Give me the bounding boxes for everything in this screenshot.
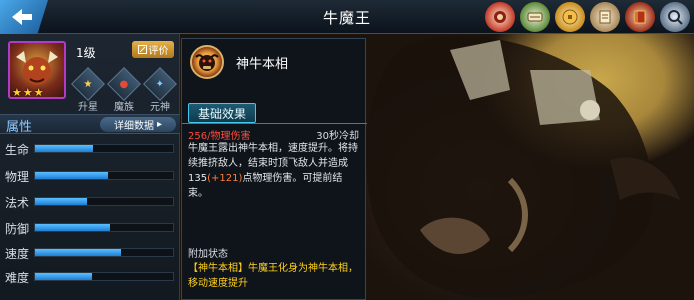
hero-level: 1级 <box>76 46 96 60</box>
monster-figure-icon <box>366 35 680 298</box>
spirit-button[interactable]: ✦ 元神 <box>143 67 177 113</box>
chevron-right-icon: ▸ <box>156 119 163 130</box>
seal-medal-icon[interactable] <box>485 2 515 32</box>
magnifier-icon[interactable] <box>660 2 690 32</box>
stat-row-physical: 物理 <box>0 165 180 187</box>
stat-bar <box>34 171 174 180</box>
skill-icon[interactable] <box>190 45 224 79</box>
demon-clan-icon: ● <box>107 67 141 101</box>
cooldown: 30秒冷却 <box>316 131 359 142</box>
stat-fill <box>35 224 110 231</box>
stat-label: 难度 <box>5 271 30 285</box>
stat-fill <box>35 145 93 152</box>
top-bar: 牛魔王 <box>0 0 694 34</box>
attributes-title: 属性 <box>6 120 33 135</box>
stat-bar <box>34 272 174 281</box>
stat-row-difficulty: 难度 <box>0 266 180 288</box>
edit-icon <box>137 45 147 54</box>
star-rating: ★ ★ ★ <box>12 86 44 99</box>
rate-button[interactable]: 评价 <box>132 41 174 58</box>
damage-type: 256/物理伤害 <box>188 131 251 142</box>
stat-bar <box>34 223 174 232</box>
stat-label: 生命 <box>5 143 30 157</box>
detail-data-button[interactable]: 详细数据 ▸ <box>100 117 176 132</box>
stat-fill <box>35 273 92 280</box>
extra-status-desc: 【神牛本相】牛魔王化身为神牛本相，移动速度提升 <box>188 263 358 289</box>
stat-bar <box>34 248 174 257</box>
stat-row-magic: 法术 <box>0 191 180 213</box>
stat-fill <box>35 249 121 256</box>
stat-bar <box>34 144 174 153</box>
top-icon-bar <box>485 2 690 32</box>
star-up-button[interactable]: ★ 升星 <box>71 67 105 113</box>
hero-info-panel: ★ ★ ★ 1级 评价 ★ 升星 ● 魔族 ✦ 元神 属性 详细数据 ▸ 生命 … <box>0 34 180 300</box>
tab-divider <box>182 123 367 124</box>
stat-fill <box>35 198 88 205</box>
desc-bonus: (+121) <box>207 173 243 184</box>
skill-detail-panel: 神牛本相 基础效果 256/物理伤害 30秒冷却 牛魔王露出神牛本相，速度提升。… <box>181 38 367 300</box>
stat-label: 物理 <box>5 170 30 184</box>
stat-fill <box>35 172 109 179</box>
star-icon: ★ <box>22 86 33 99</box>
attributes-header: 属性 详细数据 ▸ <box>0 114 180 135</box>
star-up-icon: ★ <box>71 67 105 101</box>
stat-label: 速度 <box>5 247 30 261</box>
tab-basic-effect[interactable]: 基础效果 <box>188 103 256 123</box>
stat-row-life: 生命 <box>0 138 180 160</box>
stat-row-defense: 防御 <box>0 217 180 239</box>
hero-action-buttons: ★ 升星 ● 魔族 ✦ 元神 <box>71 67 177 113</box>
bull-head-icon <box>195 54 219 71</box>
scroll-icon[interactable] <box>520 2 550 32</box>
extra-status-title: 附加状态 <box>188 249 228 260</box>
detail-data-label: 详细数据 <box>113 121 154 132</box>
star-icon: ★ <box>12 86 22 99</box>
skill-name: 神牛本相 <box>236 57 289 72</box>
coin-icon[interactable] <box>555 2 585 32</box>
star-icon: ★ <box>33 86 44 99</box>
stat-label: 防御 <box>5 222 30 236</box>
rate-label: 评价 <box>148 46 169 57</box>
skill-description: 牛魔王露出神牛本相，速度提升。将持续推挤敌人，结束时顶飞敌人并造成135(+12… <box>188 141 362 201</box>
parchment-icon[interactable] <box>590 2 620 32</box>
stat-label: 法术 <box>5 196 30 210</box>
spirit-icon: ✦ <box>143 67 177 101</box>
book-icon[interactable] <box>625 2 655 32</box>
stat-bar <box>34 197 174 206</box>
stat-row-speed: 速度 <box>0 242 180 264</box>
demon-clan-button[interactable]: ● 魔族 <box>107 67 141 113</box>
